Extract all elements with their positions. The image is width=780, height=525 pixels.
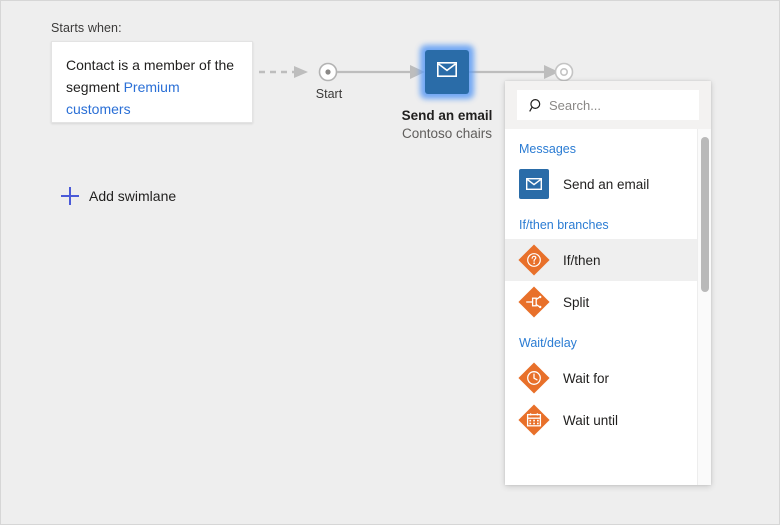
email-node-tile[interactable]	[425, 50, 469, 94]
panel-element-list: Messages Send an email If/then branches	[505, 129, 711, 485]
list-item-wait-for[interactable]: Wait for	[505, 357, 711, 399]
panel-scrollbar-thumb[interactable]	[701, 137, 709, 292]
panel-scrollbar-track[interactable]	[697, 129, 711, 485]
question-circle-icon	[519, 245, 549, 275]
envelope-icon	[519, 169, 549, 199]
panel-search-area	[505, 81, 711, 129]
search-box[interactable]	[517, 90, 699, 120]
start-node-dot	[325, 69, 330, 74]
start-node-label: Start	[297, 87, 361, 101]
list-item-if-then[interactable]: If/then	[505, 239, 711, 281]
add-element-flyout-panel: Messages Send an email If/then branches	[505, 81, 711, 485]
list-item-label: Send an email	[563, 177, 649, 192]
trigger-text: Contact is a member of the segment Premi…	[66, 54, 238, 120]
add-swimlane-button[interactable]: Add swimlane	[61, 187, 176, 205]
split-branch-icon	[519, 287, 549, 317]
arrowhead-solid-2	[544, 65, 559, 79]
email-node-subtitle: Contoso chairs	[377, 125, 517, 143]
arrowhead-dashed	[294, 66, 308, 78]
starts-when-label: Starts when:	[51, 21, 122, 35]
end-node-ring[interactable]	[556, 64, 573, 81]
group-header-messages: Messages	[505, 129, 711, 163]
list-item-wait-until[interactable]: Wait until	[505, 399, 711, 441]
list-item-label: Wait until	[563, 413, 618, 428]
automation-canvas: Starts when: Contact is a member of the …	[0, 0, 780, 525]
envelope-icon	[437, 62, 457, 82]
list-item-label: Split	[563, 295, 589, 310]
list-item-label: If/then	[563, 253, 601, 268]
email-node-title: Send an email	[377, 107, 517, 125]
group-header-wait-delay: Wait/delay	[505, 323, 711, 357]
clock-icon	[519, 363, 549, 393]
search-icon	[523, 98, 549, 113]
end-node-inner	[561, 69, 567, 75]
add-swimlane-label: Add swimlane	[89, 188, 176, 204]
email-node-caption: Send an email Contoso chairs	[377, 107, 517, 143]
search-input[interactable]	[549, 98, 687, 113]
list-item-split[interactable]: Split	[505, 281, 711, 323]
plus-icon	[61, 187, 79, 205]
email-node[interactable]	[425, 50, 469, 94]
calendar-icon	[519, 405, 549, 435]
group-header-ifthen-branches: If/then branches	[505, 205, 711, 239]
list-item-label: Wait for	[563, 371, 609, 386]
trigger-card[interactable]: Contact is a member of the segment Premi…	[51, 41, 253, 123]
list-item-send-an-email[interactable]: Send an email	[505, 163, 711, 205]
start-node-ring[interactable]	[320, 64, 337, 81]
